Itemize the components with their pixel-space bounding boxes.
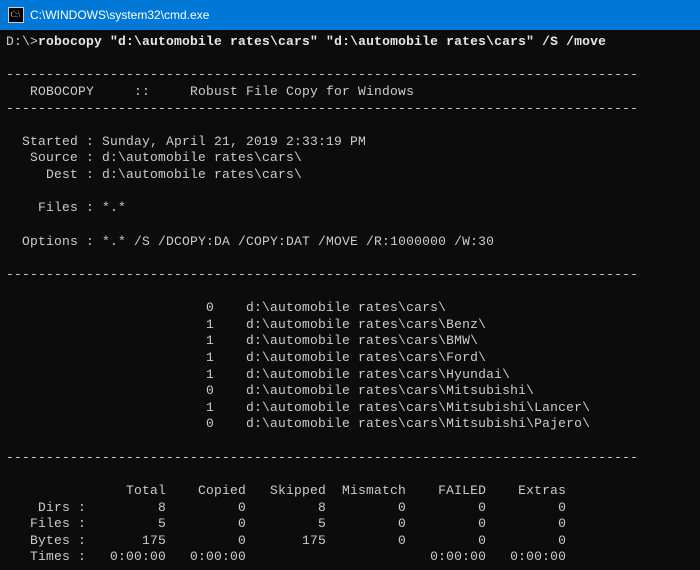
dest-label: Dest : <box>6 167 94 182</box>
directory-listing: 0 d:\automobile rates\cars\ 1 d:\automob… <box>6 300 590 431</box>
svg-text:C:\: C:\ <box>11 10 22 19</box>
divider: ----------------------------------------… <box>6 67 638 82</box>
summary-row: Times : 0:00:00 0:00:00 0:00:00 0:00:00 <box>6 549 566 564</box>
started-value: Sunday, April 21, 2019 2:33:19 PM <box>94 134 366 149</box>
divider: ----------------------------------------… <box>6 450 638 465</box>
files-value: *.* <box>94 200 126 215</box>
options-label: Options : <box>6 234 94 249</box>
terminal-output[interactable]: D:\>robocopy "d:\automobile rates\cars" … <box>0 30 700 570</box>
robocopy-header: ROBOCOPY :: Robust File Copy for Windows <box>6 84 414 99</box>
summary-row: Bytes : 175 0 175 0 0 0 <box>6 533 566 548</box>
divider: ----------------------------------------… <box>6 101 638 116</box>
source-label: Source : <box>6 150 94 165</box>
command-text: robocopy "d:\automobile rates\cars" "d:\… <box>38 34 606 49</box>
prompt: D:\> <box>6 34 38 49</box>
summary-row: Files : 5 0 5 0 0 0 <box>6 516 566 531</box>
source-value: d:\automobile rates\cars\ <box>94 150 302 165</box>
files-label: Files : <box>6 200 94 215</box>
summary-header: Total Copied Skipped Mismatch FAILED Ext… <box>6 483 566 498</box>
summary-row: Dirs : 8 0 8 0 0 0 <box>6 500 566 515</box>
divider: ----------------------------------------… <box>6 267 638 282</box>
started-label: Started : <box>6 134 94 149</box>
title-bar[interactable]: C:\ C:\WINDOWS\system32\cmd.exe <box>0 0 700 30</box>
cmd-icon: C:\ <box>8 7 24 23</box>
dest-value: d:\automobile rates\cars\ <box>94 167 302 182</box>
window-title: C:\WINDOWS\system32\cmd.exe <box>30 8 209 22</box>
options-value: *.* /S /DCOPY:DA /COPY:DAT /MOVE /R:1000… <box>94 234 494 249</box>
